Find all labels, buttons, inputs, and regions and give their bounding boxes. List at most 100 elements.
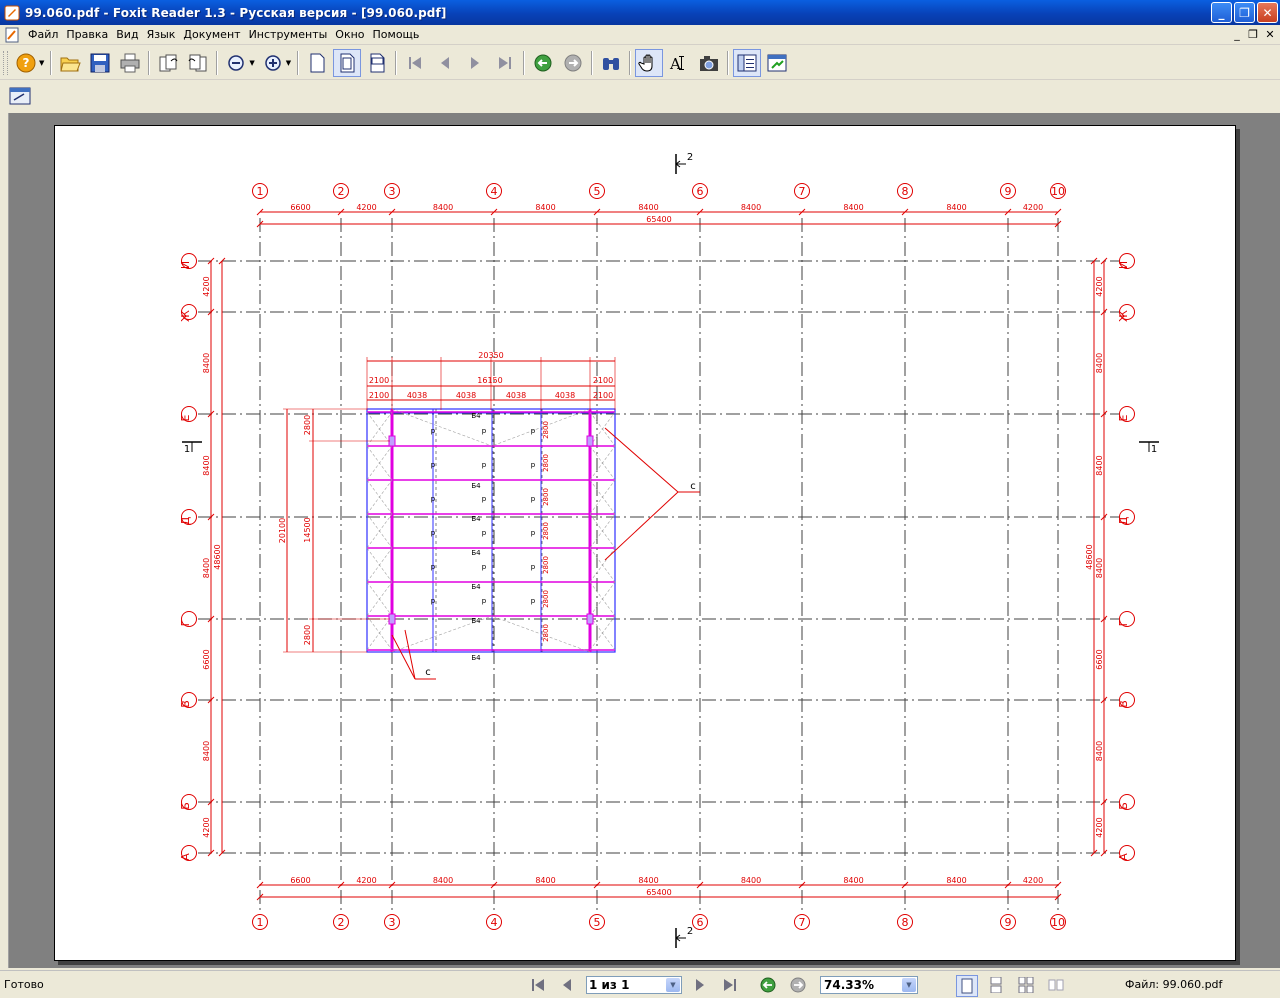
status-prev-page-button[interactable] <box>557 975 577 995</box>
menu-tools[interactable]: Инструменты <box>245 28 332 41</box>
document-menu-icon[interactable] <box>4 27 20 43</box>
title-bar[interactable]: 99.060.pdf - Foxit Reader 1.3 - Русская … <box>0 0 1280 25</box>
label-c-left: с <box>425 667 431 678</box>
menu-help[interactable]: Помощь <box>369 28 424 41</box>
next-page-button[interactable] <box>461 49 489 77</box>
thumbnail-panel-icon <box>767 54 787 71</box>
secondary-toolbar <box>0 81 1280 111</box>
zoom-in-dropdown-icon[interactable]: ▼ <box>286 59 291 67</box>
top-dim-value-0: 6600 <box>290 203 310 212</box>
axis-top-6-label: 6 <box>697 185 704 198</box>
close-button[interactable]: ✕ <box>1257 2 1278 23</box>
toolbar-grip[interactable] <box>3 50 8 75</box>
status-text: Готово <box>4 978 44 991</box>
help-icon: ? <box>16 53 36 72</box>
leader-c-left-b <box>404 629 416 680</box>
zoom-in-button[interactable] <box>259 49 287 77</box>
axis-right-3-label: Д <box>1117 516 1130 525</box>
axis-bottom-1-label: 1 <box>257 916 264 929</box>
foxit-app-icon <box>4 5 20 20</box>
actual-size-button[interactable] <box>303 49 331 77</box>
mdi-restore-button[interactable]: ❐ <box>1245 28 1261 42</box>
snapshot-button[interactable] <box>695 49 723 77</box>
pdf-page[interactable]: 1 1 2 2 3 3 4 4 5 5 6 6 7 7 8 8 9 9 10 10 И И Ж Ж Е Е Д Д Г Г В В Б Б А А 66… <box>54 125 1236 961</box>
zoom-out-dropdown-icon[interactable]: ▼ <box>249 59 254 67</box>
typewriter-icon <box>9 87 31 105</box>
mdi-minimize-button[interactable]: _ <box>1229 28 1245 42</box>
save-button[interactable] <box>86 49 114 77</box>
single-page-layout-button[interactable] <box>956 975 978 997</box>
fit-width-button[interactable] <box>363 49 391 77</box>
bottom-dim-value-0: 6600 <box>290 876 310 885</box>
continuous-layout-button[interactable] <box>986 975 1006 995</box>
menu-view[interactable]: Вид <box>112 28 142 41</box>
rotate-left-button[interactable] <box>154 49 182 77</box>
mdi-close-button[interactable]: ✕ <box>1262 28 1278 42</box>
label-p-3-0: р <box>431 529 436 537</box>
section-right-label: 1 <box>1151 444 1157 455</box>
left-dim-value-3: 8400 <box>202 558 211 578</box>
single-page-icon <box>961 978 973 994</box>
axis-right-4-label: Г <box>1117 619 1130 626</box>
zoom-dropdown-icon[interactable]: ▼ <box>902 978 916 992</box>
last-page-icon <box>724 979 736 991</box>
right-dim-value-4: 6600 <box>1095 649 1104 669</box>
zoom-out-button[interactable] <box>222 49 250 77</box>
section-bottom-label: 2 <box>687 926 693 937</box>
back-button[interactable] <box>529 49 557 77</box>
hand-icon <box>638 54 653 72</box>
help-button[interactable]: ? <box>12 49 40 77</box>
left-dim-value-5: 8400 <box>202 741 211 761</box>
status-forward-button[interactable] <box>788 975 808 995</box>
minimize-button[interactable]: _ <box>1211 2 1232 23</box>
print-button[interactable] <box>116 49 144 77</box>
forward-button[interactable] <box>559 49 587 77</box>
first-page-button[interactable] <box>401 49 429 77</box>
help-dropdown-icon[interactable]: ▼ <box>39 59 44 67</box>
status-next-page-button[interactable] <box>690 975 710 995</box>
left-dim-value-6: 4200 <box>202 817 211 837</box>
bookmarks-button[interactable] <box>733 48 762 77</box>
last-page-button[interactable] <box>491 49 519 77</box>
fit-page-button[interactable] <box>333 48 362 77</box>
label-b4-3: Б4 <box>471 549 481 557</box>
open-button[interactable] <box>56 49 84 77</box>
hand-tool-button[interactable] <box>635 48 664 77</box>
top-dim-value-6: 8400 <box>843 203 863 212</box>
section-left-label: 1 <box>184 444 190 455</box>
menu-window[interactable]: Окно <box>331 28 368 41</box>
bottom-dim-value-8: 4200 <box>1023 876 1043 885</box>
status-last-page-button[interactable] <box>720 975 740 995</box>
page-dropdown-icon[interactable]: ▼ <box>666 978 680 992</box>
frame-cell-dim-e: 2800 <box>542 556 550 574</box>
menu-document[interactable]: Документ <box>179 28 244 41</box>
label-p-2-2: р <box>531 495 536 503</box>
text-select-button[interactable]: A <box>665 49 693 77</box>
page-number-field[interactable]: 1 из 1 ▼ <box>586 976 682 994</box>
right-dim-value-0: 4200 <box>1095 276 1104 296</box>
menu-edit[interactable]: Правка <box>62 28 112 41</box>
typewriter-button[interactable] <box>6 82 34 110</box>
menu-file[interactable]: Файл <box>24 28 62 41</box>
maximize-button[interactable]: ❐ <box>1234 2 1255 23</box>
bottom-dim-value-5: 8400 <box>741 876 761 885</box>
svg-text:?: ? <box>23 56 30 70</box>
status-first-page-button[interactable] <box>528 975 548 995</box>
bottom-dim-value-4: 8400 <box>638 876 658 885</box>
axis-bottom-2-label: 2 <box>338 916 345 929</box>
axis-bottom-10-label: 10 <box>1051 916 1065 929</box>
prev-page-button[interactable] <box>431 49 459 77</box>
menu-bar: Файл Правка Вид Язык Документ Инструмент… <box>0 25 1280 45</box>
first-page-icon <box>409 56 422 69</box>
facing-layout-button[interactable] <box>1016 975 1036 995</box>
continuous-page-icon <box>990 977 1002 993</box>
find-button[interactable] <box>597 49 625 77</box>
rotate-right-button[interactable] <box>184 49 212 77</box>
status-back-button[interactable] <box>758 975 778 995</box>
zoom-level-field[interactable]: 74.33% ▼ <box>820 976 918 994</box>
continuous-facing-layout-button[interactable] <box>1046 975 1066 995</box>
menu-language[interactable]: Язык <box>143 28 180 41</box>
leader-c-right-b <box>604 491 679 561</box>
document-view[interactable]: 1 1 2 2 3 3 4 4 5 5 6 6 7 7 8 8 9 9 10 10 И И Ж Ж Е Е Д Д Г Г В В Б Б А А 66… <box>0 113 1280 968</box>
thumbnails-button[interactable] <box>763 49 791 77</box>
